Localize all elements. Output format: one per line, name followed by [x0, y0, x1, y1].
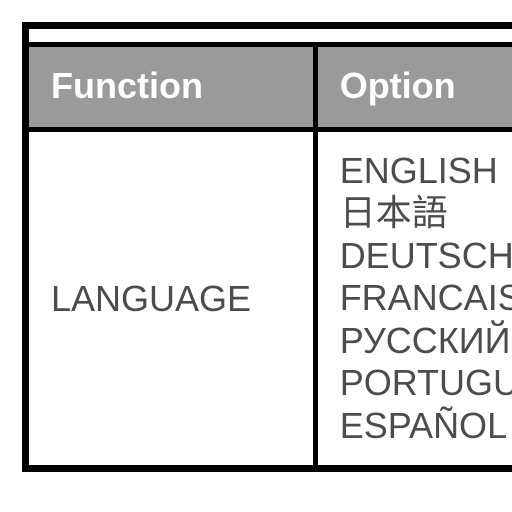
- table-row: LANGUAGE ENGLISH 日本語 DEUTSCH FRANCAIS РУ…: [29, 130, 512, 466]
- language-option: 日本語: [340, 192, 512, 234]
- language-option: РУССКИЙ: [340, 320, 512, 362]
- header-row: Function Option: [29, 47, 512, 130]
- language-option: DEUTSCH: [340, 235, 512, 277]
- language-option: FRANCAIS: [340, 277, 512, 319]
- function-cell: LANGUAGE: [29, 130, 315, 466]
- language-option: PORTUGUÊS: [340, 362, 512, 404]
- language-option: ENGLISH: [340, 150, 512, 192]
- language-options-list: ENGLISH 日本語 DEUTSCH FRANCAIS РУССКИЙ POR…: [340, 150, 512, 447]
- option-cell: ENGLISH 日本語 DEUTSCH FRANCAIS РУССКИЙ POR…: [315, 130, 512, 466]
- header-option: Option: [315, 47, 512, 130]
- table-top-strip: [29, 29, 512, 47]
- settings-table: Function Option LANGUAGE ENGLISH 日本語 DEU…: [22, 22, 512, 472]
- language-option: ESPAÑOL: [340, 405, 512, 447]
- header-function: Function: [29, 47, 315, 130]
- language-table: Function Option LANGUAGE ENGLISH 日本語 DEU…: [29, 47, 512, 465]
